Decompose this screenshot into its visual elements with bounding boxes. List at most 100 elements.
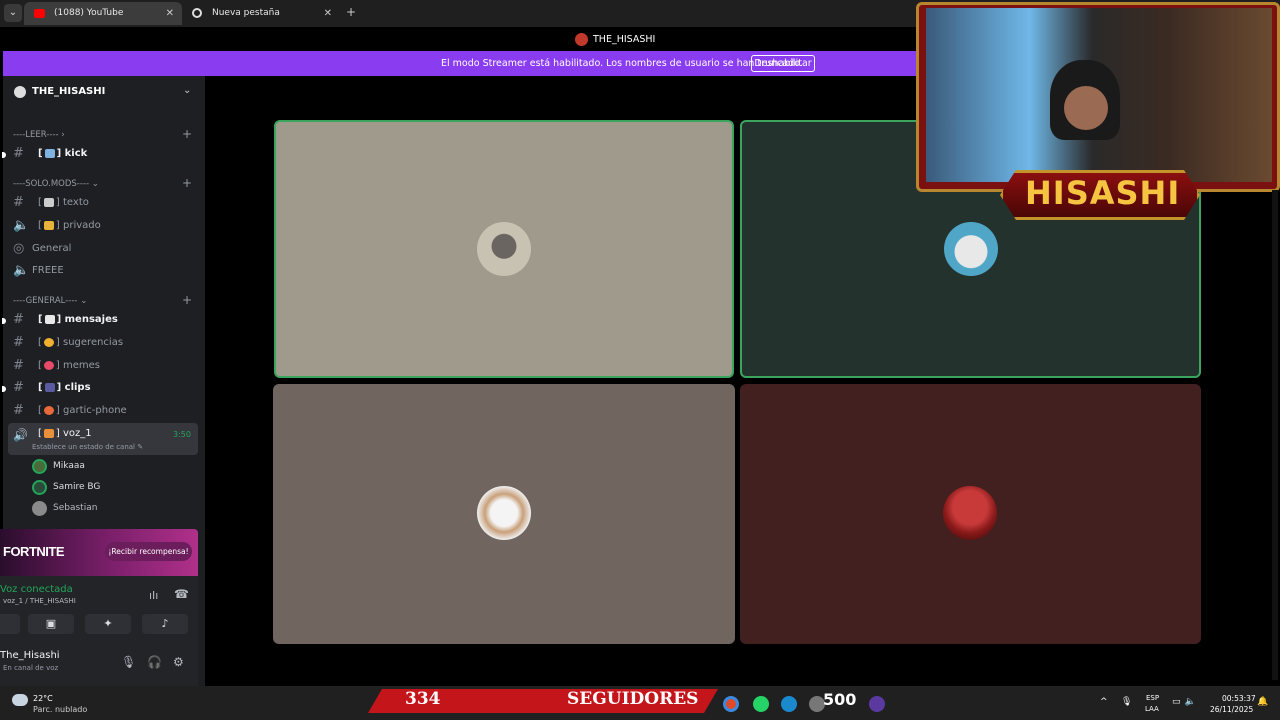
app-icon[interactable] [869, 696, 885, 712]
laugh-emoji-icon [43, 360, 54, 370]
category-general[interactable]: ----GENERAL---- ⌄ [13, 296, 87, 306]
noise-suppression-icon[interactable]: ıIı [149, 589, 158, 602]
channel-name: clips [64, 382, 91, 393]
emoji-icon [44, 148, 55, 158]
close-tab-icon[interactable]: ✕ [166, 2, 174, 25]
whatsapp-icon[interactable] [753, 696, 769, 712]
weather-description[interactable]: Parc. nublado [33, 705, 87, 714]
camera-button[interactable] [0, 614, 20, 634]
hash-icon: # [13, 195, 24, 210]
channel-kick[interactable]: # [] kick [2, 144, 198, 164]
category-leer[interactable]: ----LEER---- › [13, 130, 65, 140]
close-tab-icon[interactable]: ✕ [324, 2, 332, 25]
youtube-icon [34, 9, 45, 18]
follower-count: 334 [405, 689, 441, 709]
voice-tile-speaking[interactable] [274, 120, 734, 378]
channel-clips[interactable]: # [] clips [2, 378, 198, 398]
add-channel-icon[interactable]: + [182, 176, 192, 190]
mic-icon[interactable]: 🎙 [1121, 697, 1132, 707]
screen-share-button[interactable]: ▣ [28, 614, 74, 634]
chevron-up-icon[interactable]: ^ [1100, 697, 1108, 707]
soundboard-button[interactable]: ♪ [142, 614, 188, 634]
activities-button[interactable]: ✦ [85, 614, 131, 634]
avatar [32, 459, 47, 474]
channel-freee[interactable]: 🔈 FREEE [8, 261, 198, 281]
voice-tile[interactable] [273, 384, 735, 644]
speaker-lock-icon: 🔈 [13, 218, 30, 233]
mic-icon[interactable]: 🎙 [121, 655, 136, 669]
channel-privado[interactable]: 🔈 [] privado [8, 216, 198, 236]
avatar [32, 501, 47, 516]
hash-icon: # [13, 380, 24, 395]
disable-streamer-mode-button[interactable]: Deshabilitar [751, 55, 815, 72]
channel-gartic-phone[interactable]: # [] gartic-phone [8, 401, 198, 421]
clock-time[interactable]: 00:53:37 [1222, 694, 1256, 703]
guild-name: THE_HISASHI [32, 86, 106, 97]
channel-name: gartic-phone [63, 405, 127, 416]
hash-icon: # [13, 312, 24, 327]
add-channel-icon[interactable]: + [182, 293, 192, 307]
stage-icon: ◎ [13, 241, 25, 256]
clapper-emoji-icon [44, 382, 55, 392]
channel-mensajes[interactable]: # [] mensajes [2, 310, 198, 330]
tab-youtube[interactable]: (1088) YouTube ✕ [24, 2, 182, 25]
tab-search-button[interactable]: ⌄ [4, 4, 22, 22]
avatar [944, 222, 998, 276]
chevron-down-icon[interactable]: ⌄ [183, 85, 191, 96]
voice-tile[interactable] [740, 384, 1201, 644]
channel-general-stage[interactable]: ◎ General [8, 239, 198, 259]
avatar [32, 480, 47, 495]
headphones-icon[interactable]: 🎧 [147, 655, 162, 669]
voice-connected-label[interactable]: Voz conectada [0, 584, 73, 595]
hash-icon: # [13, 358, 24, 373]
channel-header-title: THE_HISASHI [593, 34, 656, 45]
channel-name: texto [63, 197, 89, 208]
voice-channel-path[interactable]: voz_1 / THE_HISASHI [3, 597, 76, 605]
streamer-mode-text: El modo Streamer está habilitado. Los no… [441, 58, 803, 69]
tab-label: Nueva pestaña [212, 8, 280, 18]
input-language[interactable]: ESP [1146, 694, 1159, 702]
hash-icon: # [13, 403, 24, 418]
scrollbar[interactable] [1272, 190, 1278, 680]
follower-label: SEGUIDORES [567, 689, 699, 709]
avatar [943, 486, 997, 540]
tab-new-tab[interactable]: Nueva pestaña ✕ [182, 2, 340, 25]
set-channel-status[interactable]: Establece un estado de canal ✎ [32, 443, 143, 451]
chrome-taskbar-icon[interactable] [723, 696, 739, 712]
disconnect-icon[interactable]: ☎ [174, 587, 189, 601]
hash-icon: # [13, 146, 24, 161]
network-volume-icons[interactable]: ▭🔈 [1172, 697, 1200, 707]
thinking-emoji-icon [43, 337, 54, 347]
fortnite-logo: FORTNITE [3, 544, 65, 559]
clock-date[interactable]: 26/11/2025 [1210, 705, 1253, 714]
category-solo-mods[interactable]: ----SOLO.MODS---- ⌄ [13, 179, 99, 189]
weather-temperature[interactable]: 22°C [33, 694, 53, 703]
tab-label: (1088) YouTube [54, 8, 124, 18]
lock-emoji-icon [43, 220, 54, 230]
current-user-name[interactable]: The_Hisashi [0, 650, 60, 661]
notification-icon[interactable]: 🔔 [1257, 697, 1268, 707]
current-user-status: En canal de voz [3, 664, 59, 672]
streamer-face [1064, 86, 1108, 130]
speaker-lock-icon: 🔈 [13, 263, 30, 278]
channel-memes[interactable]: # [] memes [8, 356, 198, 376]
face-emoji-icon [43, 405, 54, 415]
add-channel-icon[interactable]: + [182, 127, 192, 141]
channel-name: privado [63, 220, 101, 231]
input-layout[interactable]: LAA [1145, 705, 1159, 713]
guild-icon [14, 86, 26, 98]
claim-reward-button[interactable]: ¡Recibir recompensa! [105, 542, 192, 561]
avatar [477, 486, 531, 540]
cloud-icon[interactable] [12, 694, 28, 706]
envelope-emoji-icon [44, 314, 55, 324]
new-tab-button[interactable]: + [346, 5, 356, 19]
channel-sugerencias[interactable]: # [] sugerencias [8, 333, 198, 353]
channel-name: General [32, 243, 72, 254]
channel-name: memes [63, 360, 100, 371]
streamer-name: HISASHI [1025, 174, 1181, 212]
edge-icon[interactable] [781, 696, 797, 712]
channel-name: sugerencias [63, 337, 124, 348]
channel-texto[interactable]: # [] texto [8, 193, 198, 213]
music-emoji-icon [43, 428, 54, 438]
settings-gear-icon[interactable]: ⚙ [173, 655, 184, 669]
